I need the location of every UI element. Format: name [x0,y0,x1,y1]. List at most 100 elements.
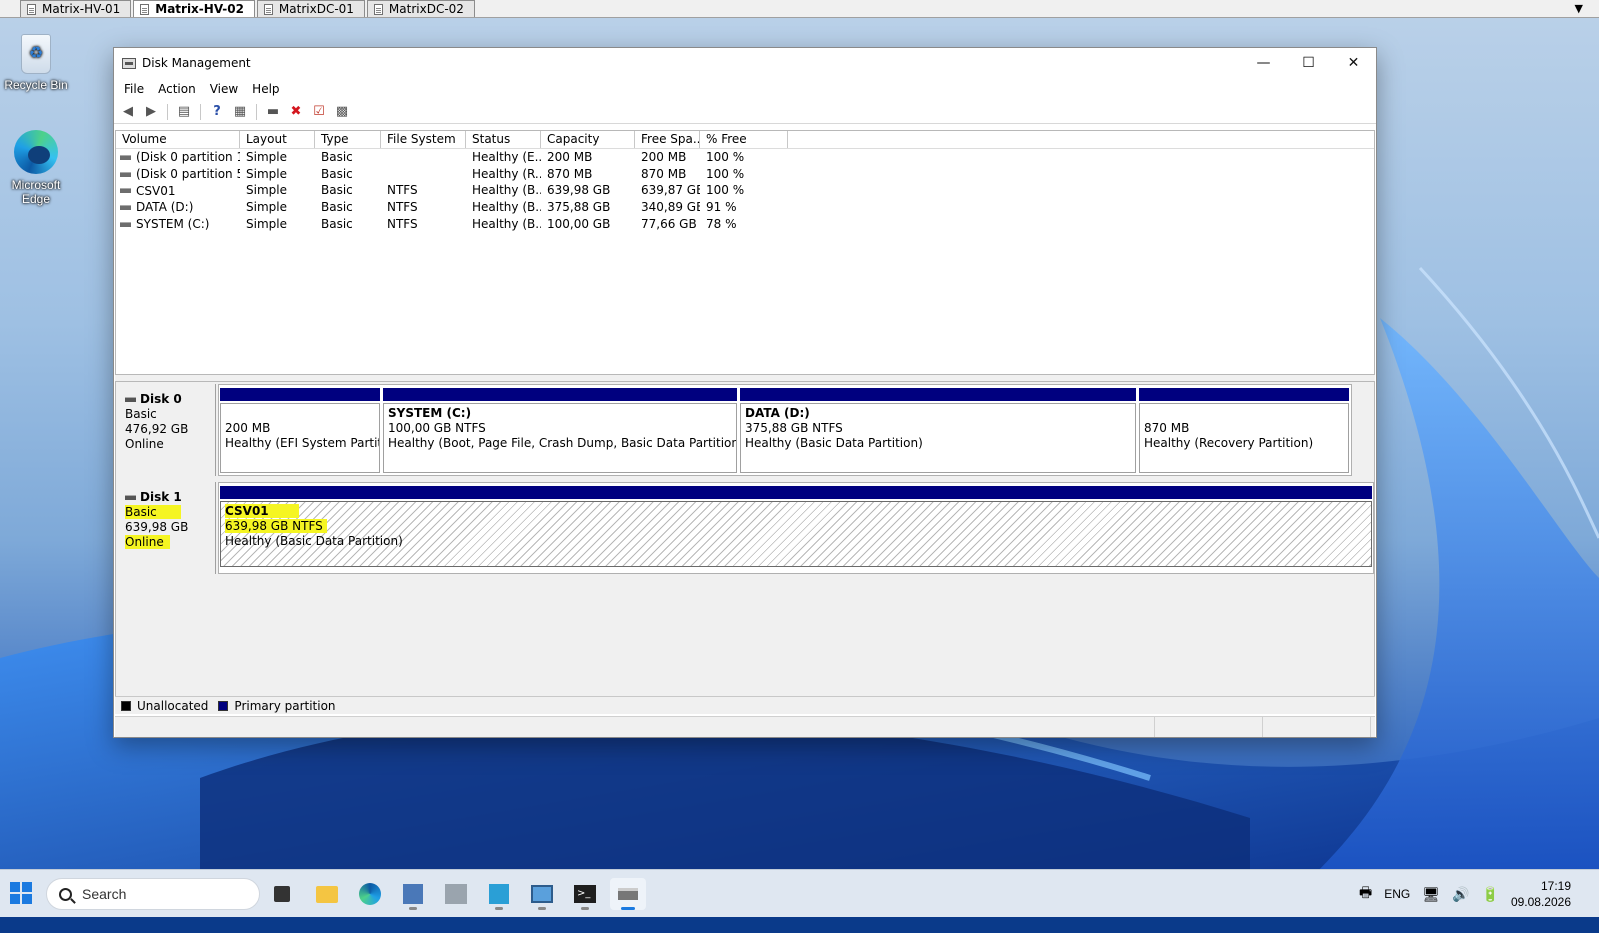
cell-capacity: 100,00 GB [547,216,611,231]
microsoft-edge-shortcut[interactable]: Microsoft Edge [1,130,71,206]
disk-0-label[interactable]: Disk 0 Basic 476,92 GB Online [117,384,216,476]
taskbar-search-box[interactable]: Search [46,878,260,910]
table-row[interactable]: (Disk 0 partition 5) Simple Basic Healthy (… [116,166,1374,183]
minimize-button[interactable]: — [1241,48,1286,78]
partition-efi[interactable]: 200 MB Healthy (EFI System Partition [220,388,380,473]
column-header-volume[interactable]: Volume [116,131,240,148]
rdp-tab-matrixdc-01[interactable]: MatrixDC-01 [256,0,365,17]
document-icon [373,3,383,15]
close-button[interactable]: ✕ [1331,48,1376,78]
windows-logo-icon [10,882,20,892]
server-manager-button[interactable] [395,878,431,910]
toolbar: ◀ ▶ ▤ ? ▦ ▬ ✖ ☑ ▩ [114,100,1376,124]
network-status-icon[interactable]: 🖶 [1359,882,1372,906]
battery-icon[interactable]: 🔋 [1482,886,1499,903]
table-row[interactable]: DATA (D:) Simple Basic NTFS Healthy (B... 375… [116,199,1374,216]
disk-icon [125,495,136,500]
volume-icon[interactable]: 🔊 [1452,886,1469,903]
rdp-tab-matrix-hv-02[interactable]: Matrix-HV-02 [133,0,255,17]
edge-icon [359,883,381,905]
cell-type: Basic [321,183,353,198]
column-header-type[interactable]: Type [315,131,381,148]
properties-pane-icon[interactable]: ▦ [230,103,250,121]
search-icon [59,887,72,901]
disk-0-partitions: 200 MB Healthy (EFI System Partition SYS… [218,384,1352,476]
delete-icon[interactable]: ✖ [286,103,306,121]
forward-arrow-icon[interactable]: ▶ [141,103,161,121]
toolbar-separator [256,103,257,120]
back-arrow-icon[interactable]: ◀ [118,103,138,121]
help-icon[interactable]: ? [207,103,227,121]
legend-primary-partition: Primary partition [234,698,336,713]
terminal-button[interactable]: >_ [567,878,603,910]
show-hide-console-tree-icon[interactable]: ▤ [174,103,194,121]
settings-pane-icon[interactable]: ▩ [332,103,352,121]
volume-name: DATA (D:) [136,200,194,215]
column-header-file-system[interactable]: File System [381,131,466,148]
disk-management-taskbar-button[interactable] [610,878,646,910]
cell-file-system: NTFS [387,183,418,198]
hyper-v-manager-button[interactable] [481,878,517,910]
recycle-bin-shortcut[interactable]: ♻ Recycle Bin [1,34,71,92]
partition-size: 375,88 GB NTFS [745,421,843,435]
start-button[interactable] [10,882,32,904]
partition-data-d[interactable]: DATA (D:) 375,88 GB NTFS Healthy (Basic … [740,388,1136,473]
partition-status: Healthy (Basic Data Partition) [225,534,403,548]
table-row[interactable]: (Disk 0 partition 1) Simple Basic Healthy (… [116,149,1374,166]
remote-desktop-button[interactable] [524,878,560,910]
cell-status: Healthy (B... [472,200,541,215]
volume-list-header: Volume Layout Type File System Status Ca… [116,131,1374,149]
disk-0-status: Online [125,437,164,451]
windows-logo-icon [22,894,32,904]
edge-taskbar-button[interactable] [352,878,388,910]
table-row[interactable]: SYSTEM (C:) Simple Basic NTFS Healthy (B... 1… [116,216,1374,233]
column-header-capacity[interactable]: Capacity [541,131,635,148]
column-header-free-space[interactable]: Free Spa... [635,131,700,148]
volume-list-body: (Disk 0 partition 1) Simple Basic Healthy (… [116,149,1374,232]
connect-drive-icon[interactable]: ▬ [263,103,283,121]
partition-body: 870 MB Healthy (Recovery Partition) [1139,403,1349,473]
cell-volume: CSV01 [116,182,240,199]
cell-status: Healthy (R... [472,166,541,181]
menu-help[interactable]: Help [246,82,285,96]
disk-1-label[interactable]: Disk 1 Basic 639,98 GB Online [117,482,216,574]
cell-volume: DATA (D:) [116,199,240,216]
column-header-percent-free[interactable]: % Free [700,131,788,148]
partition-bar [740,388,1136,401]
menu-view[interactable]: View [204,82,244,96]
maximize-button[interactable]: ☐ [1286,48,1331,78]
column-header-status[interactable]: Status [466,131,541,148]
task-view-button[interactable] [264,878,300,910]
rdp-tab-strip: Matrix-HV-01 Matrix-HV-02 MatrixDC-01 Ma… [0,0,1599,18]
file-explorer-button[interactable] [309,878,345,910]
menu-file[interactable]: File [118,82,150,96]
cell-file-system [381,149,466,166]
title-bar[interactable]: Disk Management — ☐ ✕ [114,48,1376,78]
clock[interactable]: 17:19 09.08.2026 [1511,878,1571,910]
disk-1-partitions: CSV01 639,98 GB NTFS Healthy (Basic Data… [218,482,1374,574]
cell-type: Basic [321,216,353,231]
table-row[interactable]: CSV01 Simple Basic NTFS Healthy (B... 639,98 … [116,182,1374,199]
display-icon[interactable]: 🖥 [1422,886,1440,903]
disk-management-icon [122,57,136,69]
partition-system-c[interactable]: SYSTEM (C:) 100,00 GB NTFS Healthy (Boot… [383,388,737,473]
language-indicator[interactable]: ENG [1384,887,1410,901]
search-placeholder: Search [82,886,127,902]
check-icon[interactable]: ☑ [309,103,329,121]
partition-recovery[interactable]: 870 MB Healthy (Recovery Partition) [1139,388,1349,473]
rdp-tab-label: Matrix-HV-01 [42,2,121,16]
partition-size: 639,98 GB NTFS [225,519,327,533]
primary-partition-swatch [218,700,229,711]
tab-list-dropdown-icon[interactable]: ▼ [1575,2,1583,15]
menu-action[interactable]: Action [152,82,202,96]
volume-list: Volume Layout Type File System Status Ca… [115,130,1375,375]
partition-csv01[interactable]: CSV01 639,98 GB NTFS Healthy (Basic Data… [220,486,1372,567]
cell-file-system: NTFS [387,216,418,231]
cell-layout: Simple [246,200,287,215]
failover-cluster-manager-button[interactable] [438,878,474,910]
rdp-tab-matrix-hv-01[interactable]: Matrix-HV-01 [20,0,132,17]
rdp-tab-matrixdc-02[interactable]: MatrixDC-02 [366,0,475,17]
partition-body: CSV01 639,98 GB NTFS Healthy (Basic Data… [220,501,1372,567]
disk-1-size: 639,98 GB [125,520,189,534]
column-header-layout[interactable]: Layout [240,131,315,148]
